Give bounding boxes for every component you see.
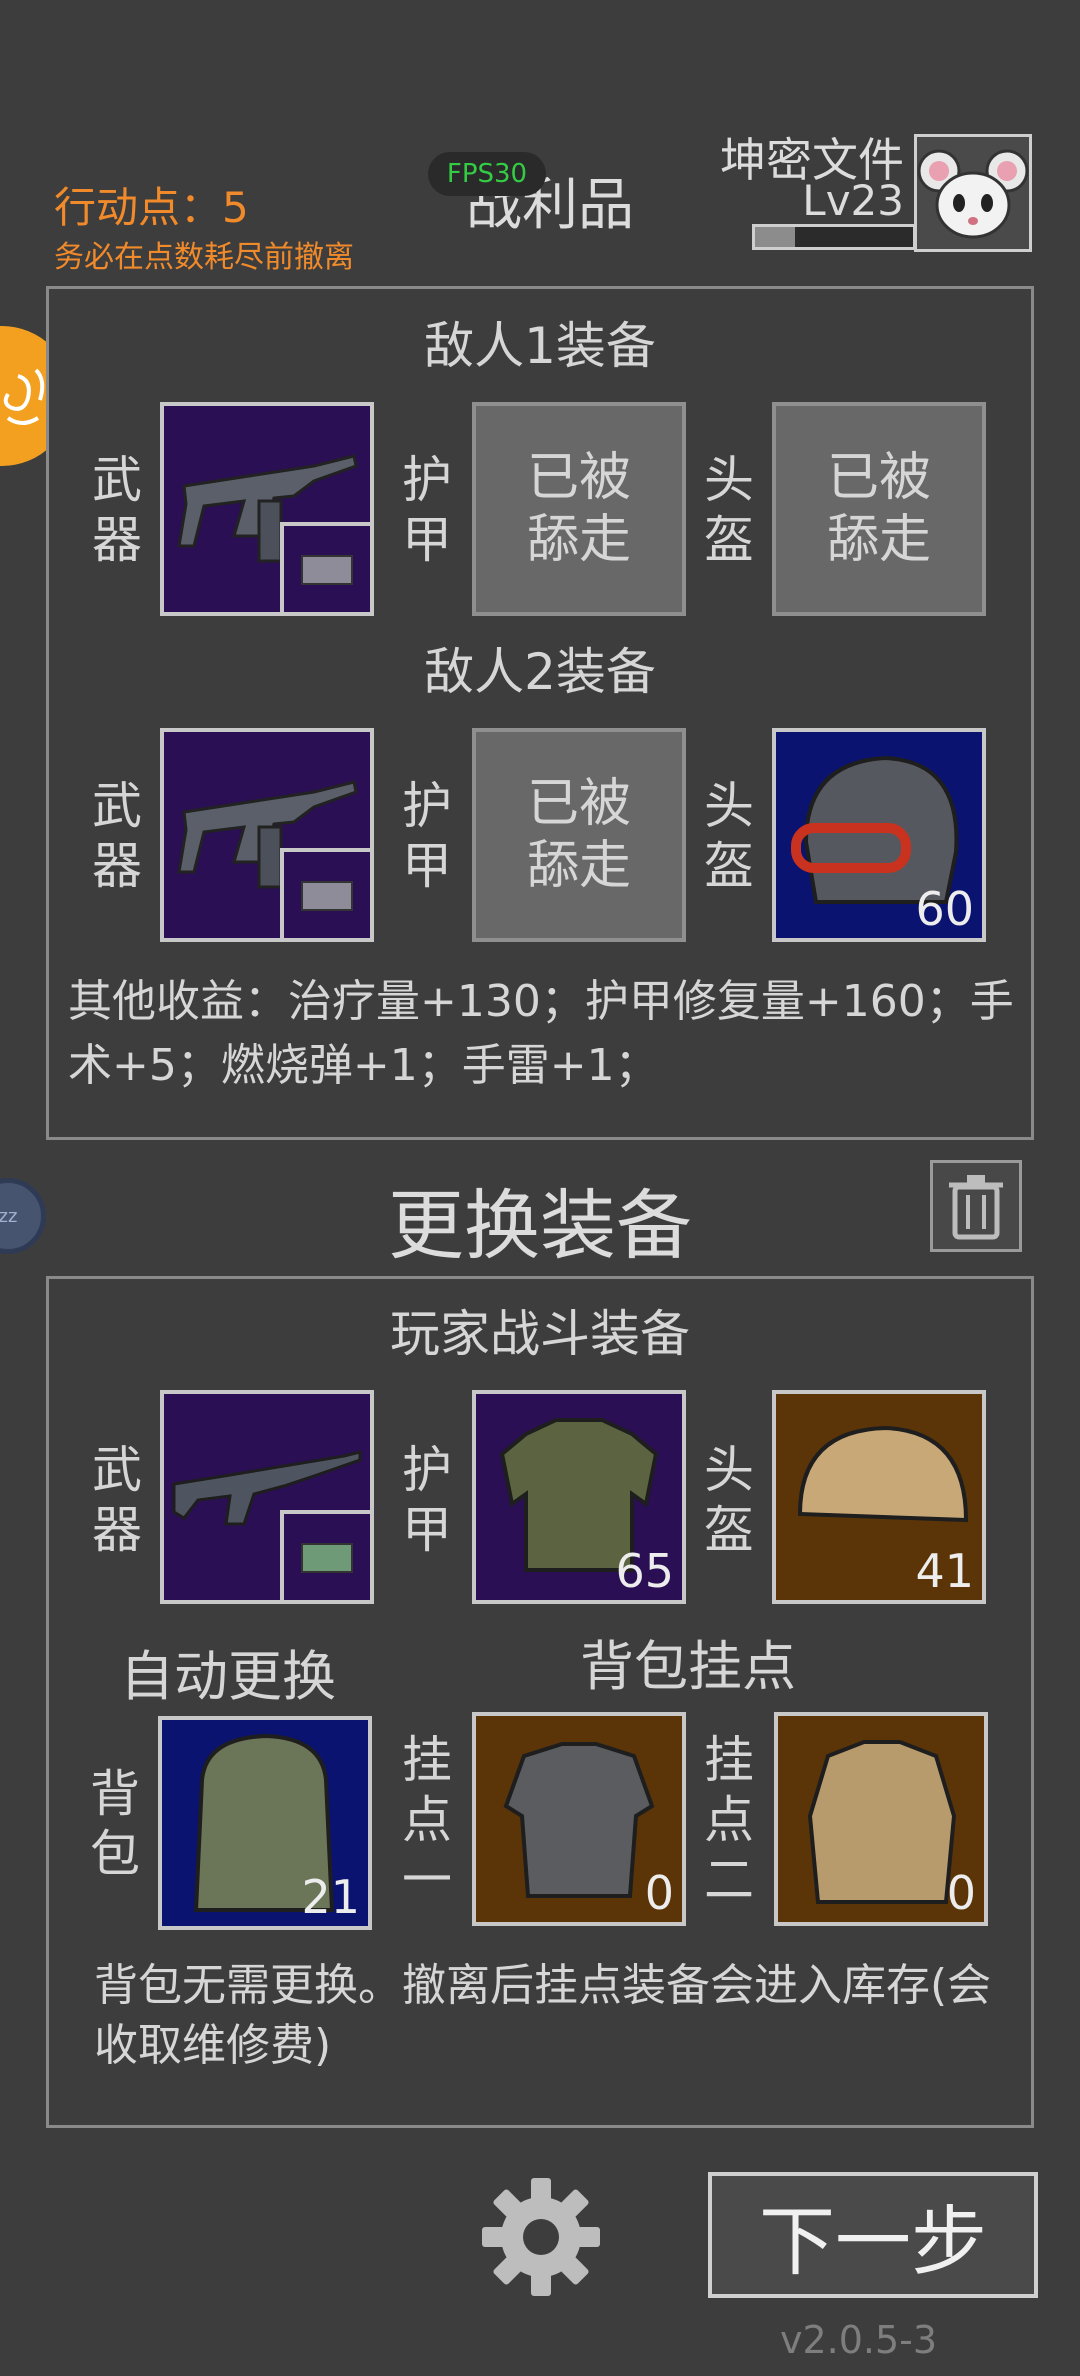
xp-bar-fill (755, 227, 795, 247)
enemy1-title: 敌人1装备 (424, 317, 656, 375)
enemy2-title: 敌人2装备 (424, 643, 656, 701)
player-helmet-slot[interactable]: 41 (772, 1390, 986, 1604)
enemy1-helmet-label: 头盔 (704, 451, 754, 569)
backpack-durability: 21 (301, 1870, 360, 1924)
backpack-note: 背包无需更换。撤离后挂点装备会进入库存(会收取维修费) (94, 1960, 992, 2071)
player-avatar[interactable] (914, 134, 1032, 252)
enemy2-weapon-label: 武器 (92, 777, 142, 895)
action-points-hint: 务必在点数耗尽前撤离 (54, 240, 354, 275)
auto-swap-button[interactable]: 自动更换 (120, 1632, 336, 1711)
sleep-icon: zz (0, 1205, 18, 1227)
combat-gear-title: 玩家战斗装备 (390, 1305, 690, 1363)
action-points: 行动点：5 (54, 183, 249, 232)
enemy1-ammo-slot (280, 522, 370, 612)
enemy2-helmet-durability: 60 (915, 882, 974, 936)
player-ammo-slot (280, 1510, 370, 1600)
player-level: Lv23 (802, 176, 904, 225)
other-income: 其他收益：治疗量+130；护甲修复量+160；手术+5；燃烧弹+1；手雷+1； (68, 976, 1014, 1091)
mount2-slot[interactable]: 0 (774, 1712, 988, 1926)
backpack-mounts-title: 背包挂点 (580, 1635, 796, 1698)
enemy1-armor-status: 已被舔走 (526, 448, 631, 570)
ammo-box-icon (301, 555, 353, 585)
mount1-durability: 0 (644, 1866, 674, 1920)
enemy1-weapon-slot[interactable] (160, 402, 374, 616)
enemy2-armor-label: 护甲 (402, 777, 452, 895)
enemy1-armor-label: 护甲 (402, 451, 452, 569)
ammo-box-icon (301, 881, 353, 911)
enemy1-helmet-slot: 已被舔走 (772, 402, 986, 616)
mount2-label: 挂点二 (704, 1731, 754, 1909)
enemy2-helmet-slot[interactable]: 60 (772, 728, 986, 942)
enemy2-ammo-slot (280, 848, 370, 938)
swap-equipment-title: 更换装备 (388, 1181, 692, 1270)
sleep-button[interactable]: zz (0, 1178, 46, 1254)
mount1-label: 挂点一 (402, 1731, 452, 1909)
player-armor-slot[interactable]: 65 (472, 1390, 686, 1604)
next-step-button[interactable]: 下一步 (708, 2172, 1038, 2298)
xp-bar (752, 224, 916, 250)
player-armor-durability: 65 (615, 1544, 674, 1598)
player-helmet-durability: 41 (915, 1544, 974, 1598)
ammo-box-icon (301, 1543, 353, 1573)
enemy1-weapon-label: 武器 (92, 451, 142, 569)
enemy2-armor-status: 已被舔走 (526, 774, 631, 896)
version-label: v2.0.5-3 (780, 2318, 938, 2362)
fps-counter: FPS30 (428, 152, 546, 196)
player-weapon-slot[interactable] (160, 1390, 374, 1604)
player-armor-label: 护甲 (402, 1441, 452, 1559)
backpack-label: 背包 (90, 1765, 140, 1883)
mouse-avatar-icon (917, 149, 1029, 239)
enemy2-armor-slot: 已被舔走 (472, 728, 686, 942)
mount2-durability: 0 (946, 1866, 976, 1920)
enemy2-helmet-label: 头盔 (704, 777, 754, 895)
settings-button[interactable] (476, 2172, 606, 2302)
gear-icon (482, 2178, 600, 2296)
enemy1-helmet-status: 已被舔走 (826, 448, 931, 570)
player-helmet-label: 头盔 (704, 1441, 754, 1559)
trash-button[interactable] (930, 1160, 1022, 1252)
trash-icon (949, 1175, 1003, 1240)
enemy1-armor-slot: 已被舔走 (472, 402, 686, 616)
enemy2-weapon-slot[interactable] (160, 728, 374, 942)
player-weapon-label: 武器 (92, 1441, 142, 1559)
mount1-slot[interactable]: 0 (472, 1712, 686, 1926)
backpack-slot[interactable]: 21 (158, 1716, 372, 1930)
